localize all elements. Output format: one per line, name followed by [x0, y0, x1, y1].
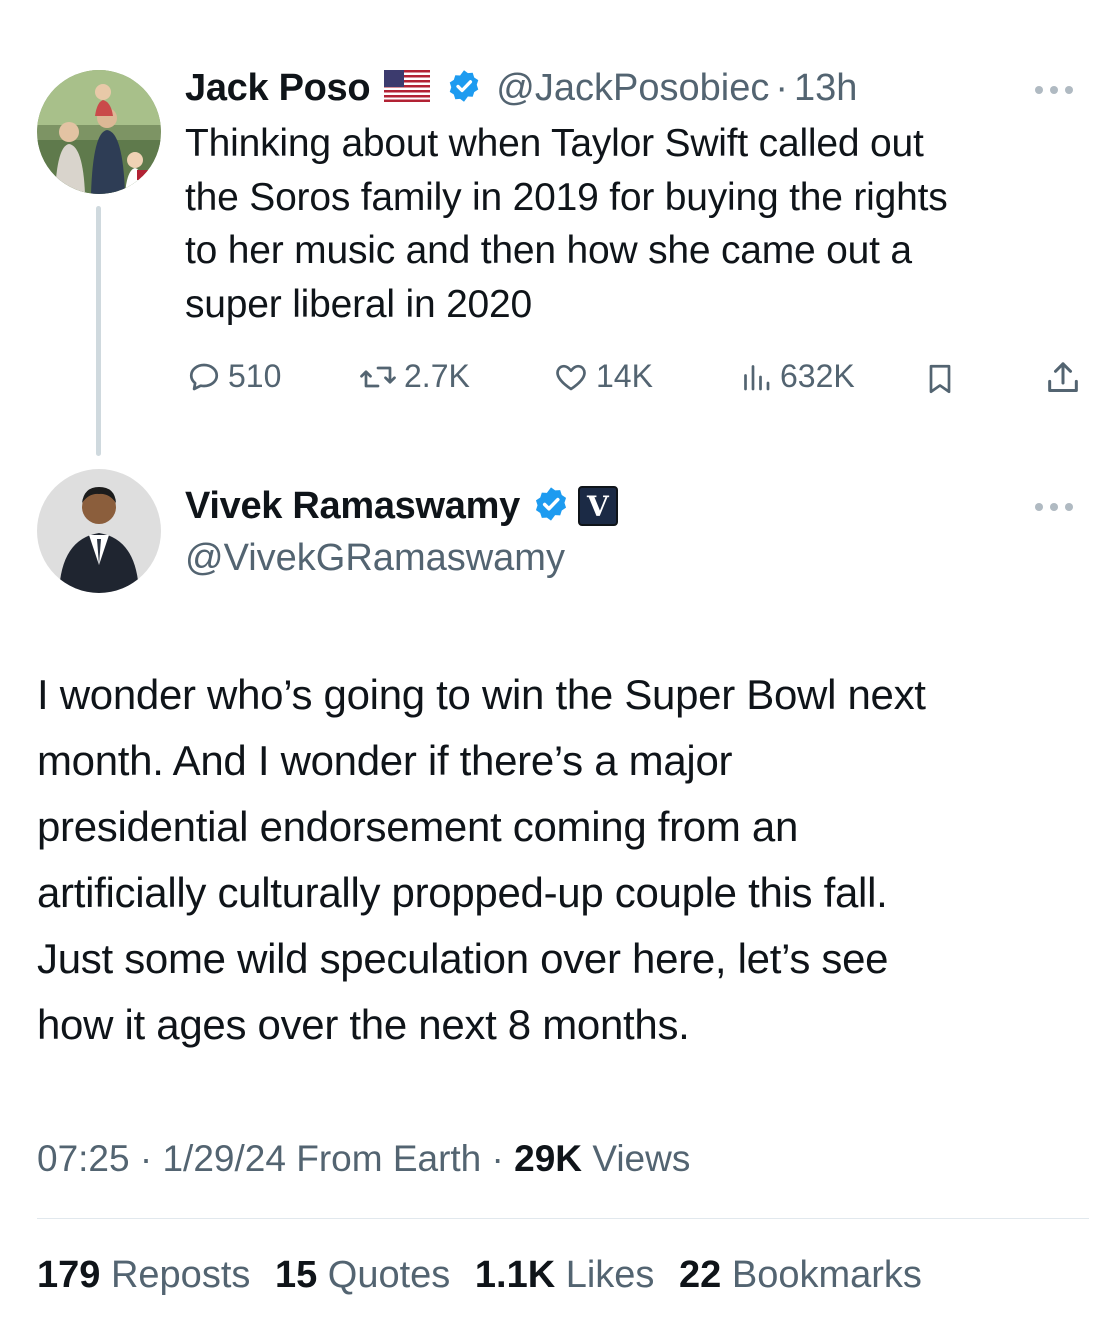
main-tweet-text: I wonder who’s going to win the Super Bo… [37, 662, 1087, 1058]
family-photo-avatar [37, 70, 161, 194]
portrait-avatar [37, 469, 161, 593]
likes-stat[interactable]: 1.1K Likes [475, 1254, 665, 1296]
repost-button[interactable]: 2.7K [358, 358, 470, 395]
views-button[interactable]: 632K [738, 358, 855, 395]
quotes-count: 15 [274, 1254, 318, 1296]
share-icon [1048, 362, 1078, 392]
reply-count: 510 [228, 358, 282, 394]
text-line: how it ages over the next 8 months. [37, 1001, 690, 1048]
like-count: 14K [596, 358, 653, 394]
parent-tweet-header: Jack Poso @JackPosobiec · 13h [185, 66, 857, 110]
heart-icon [556, 364, 586, 390]
verified-badge-icon [532, 485, 570, 528]
repost-icon [360, 366, 396, 387]
quotes-stat[interactable]: 15 Quotes [275, 1254, 461, 1296]
repost-count: 2.7K [404, 358, 470, 394]
text-line: to her music and then how she came out a [185, 229, 912, 272]
views-label: Views [592, 1138, 691, 1179]
main-tweet-header: Vivek Ramaswamy V [185, 484, 618, 528]
tweet-time[interactable]: 13h [794, 66, 857, 110]
more-options-icon[interactable] [1035, 503, 1073, 511]
tweet-time[interactable]: 07:25 [37, 1138, 130, 1179]
us-flag-icon [384, 69, 431, 107]
text-line: month. And I wonder if there’s a major [37, 737, 733, 784]
dot-separator: · [139, 1138, 153, 1179]
thread-connector-line [96, 206, 101, 456]
affiliate-badge-icon[interactable]: V [577, 486, 618, 526]
quotes-label: Quotes [327, 1254, 451, 1296]
divider [37, 1218, 1089, 1219]
likes-label: Likes [565, 1254, 655, 1296]
like-button[interactable]: 14K [552, 358, 653, 395]
reply-button[interactable]: 510 [186, 358, 281, 395]
more-options-icon[interactable] [1035, 86, 1073, 94]
tweet-date-source[interactable]: 1/29/24 From Earth [162, 1138, 481, 1179]
text-line: super liberal in 2020 [185, 282, 533, 326]
text-line: presidential endorsement coming from an [37, 803, 799, 850]
text-line: I wonder who’s going to win the Super Bo… [37, 671, 926, 718]
bookmarks-stat[interactable]: 22 Bookmarks [679, 1254, 922, 1296]
text-line: artificially culturally propped-up coupl… [37, 869, 888, 916]
engagement-stats: 179 Reposts 15 Quotes 1.1K Likes 22 Book… [37, 1254, 922, 1297]
bookmarks-count: 22 [679, 1254, 722, 1296]
bookmarks-label: Bookmarks [731, 1254, 922, 1296]
affiliate-badge-letter: V [587, 489, 609, 523]
bookmark-icon [929, 364, 951, 394]
author-handle[interactable]: @VivekGRamaswamy [185, 536, 565, 580]
dot-separator: · [775, 67, 788, 109]
bookmark-button[interactable] [922, 360, 958, 403]
dot-separator: · [491, 1138, 504, 1179]
avatar-vivek-ramaswamy[interactable] [37, 469, 161, 593]
text-line: the Soros family in 2019 for buying the … [185, 175, 948, 219]
text-line: Thinking about when Taylor Swift called … [185, 122, 924, 165]
reply-icon [189, 363, 219, 390]
author-name[interactable]: Vivek Ramaswamy [185, 484, 520, 528]
views-count: 632K [780, 358, 855, 394]
reposts-label: Reposts [110, 1254, 251, 1296]
likes-count: 1.1K [474, 1254, 556, 1296]
views-count: 29K [514, 1138, 583, 1179]
views-chart-icon [744, 364, 770, 390]
author-handle[interactable]: @JackPosobiec [496, 66, 769, 110]
reposts-stat[interactable]: 179 Reposts [37, 1254, 261, 1296]
tweet-metadata: 07:25 · 1/29/24 From Earth · 29K Views [37, 1138, 690, 1180]
share-button[interactable] [1043, 358, 1083, 403]
reposts-count: 179 [37, 1254, 101, 1296]
avatar-jack-poso[interactable] [37, 70, 161, 194]
parent-tweet-text: Thinking about when Taylor Swift called … [185, 117, 948, 331]
author-name[interactable]: Jack Poso [185, 66, 371, 110]
verified-badge-icon [446, 68, 482, 109]
text-line: Just some wild speculation over here, le… [37, 935, 889, 982]
